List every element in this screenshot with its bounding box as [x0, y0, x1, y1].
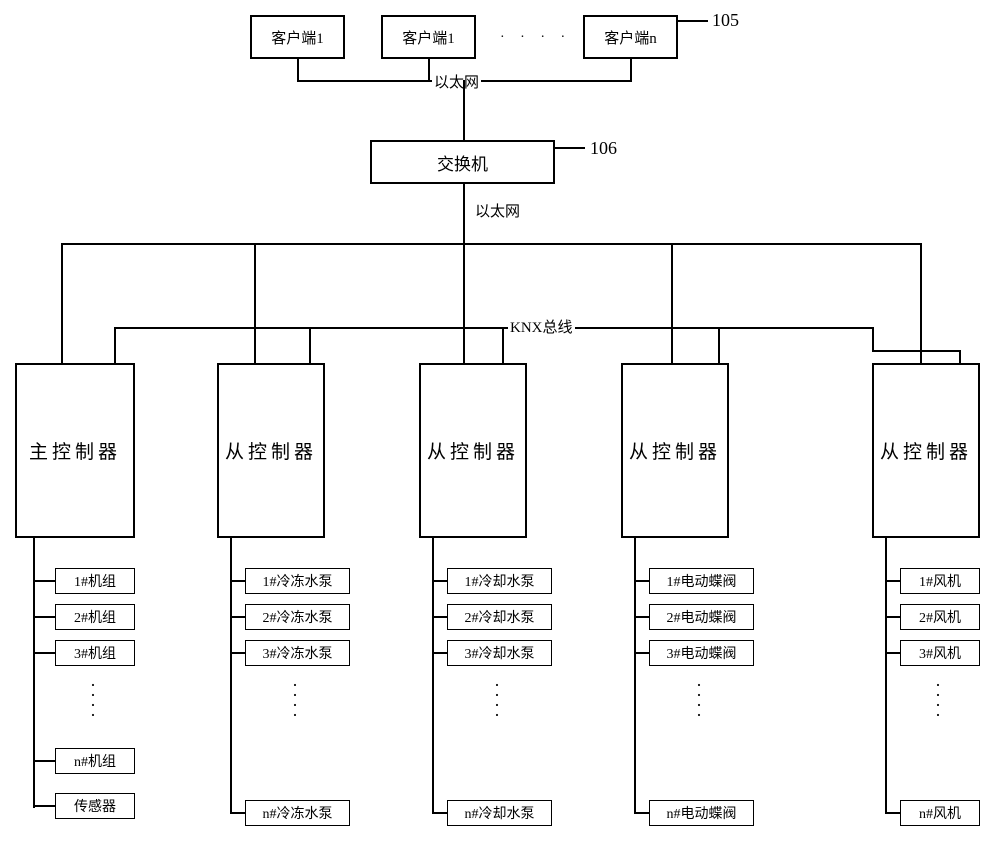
switch-label: 交换机 — [437, 150, 488, 175]
ref-106-line — [555, 147, 585, 149]
ref-105: 105 — [712, 10, 739, 31]
col1-bs — [33, 805, 55, 807]
col2-dn: n#冷冻水泵 — [245, 800, 350, 826]
line-c2-down — [428, 59, 430, 81]
col2-d2: 2#冷冻水泵 — [245, 604, 350, 630]
col4-d3: 3#电动蝶阀 — [649, 640, 754, 666]
col3-b1 — [432, 580, 447, 582]
knx-c5-v2 — [959, 350, 961, 363]
client-dots: · · · · — [500, 30, 571, 46]
col4-d2: 2#电动蝶阀 — [649, 604, 754, 630]
ref-105-line — [678, 20, 708, 22]
col1-dots: ···· — [90, 680, 96, 720]
slave-controller-2-label: 从控制器 — [427, 437, 519, 464]
client-2-box: 客户端1 — [381, 15, 476, 59]
col1-dn: n#机组 — [55, 748, 135, 774]
col3-dots: ···· — [494, 680, 500, 720]
slave-controller-3: 从控制器 — [621, 363, 729, 538]
client-n-box: 客户端n — [583, 15, 678, 59]
col3-d2: 2#冷却水泵 — [447, 604, 552, 630]
col4-b1 — [634, 580, 649, 582]
knx-c2-v — [309, 327, 311, 363]
eth-c1-v — [61, 243, 63, 363]
master-controller-label: 主控制器 — [29, 437, 121, 464]
master-controller: 主控制器 — [15, 363, 135, 538]
col4-b3 — [634, 652, 649, 654]
col5-d1: 1#风机 — [900, 568, 980, 594]
col1-d1: 1#机组 — [55, 568, 135, 594]
slave-controller-3-label: 从控制器 — [629, 437, 721, 464]
eth-c5-v — [920, 243, 922, 363]
knx-c3-v — [502, 327, 504, 363]
slave-controller-4-label: 从控制器 — [880, 437, 972, 464]
ref-106: 106 — [590, 138, 617, 159]
col3-b3 — [432, 652, 447, 654]
knx-bus — [114, 327, 874, 329]
col2-bn — [230, 812, 245, 814]
slave-controller-2: 从控制器 — [419, 363, 527, 538]
col3-dn: n#冷却水泵 — [447, 800, 552, 826]
col5-b3 — [885, 652, 900, 654]
ethernet-label-1: 以太网 — [432, 71, 481, 92]
col1-b2 — [33, 616, 55, 618]
knx-label: KNX总线 — [508, 316, 575, 337]
eth-c2-v — [254, 243, 256, 363]
col4-bn — [634, 812, 649, 814]
col5-d2: 2#风机 — [900, 604, 980, 630]
line-switch-down — [463, 184, 465, 244]
slave-controller-1: 从控制器 — [217, 363, 325, 538]
col5-dots: ···· — [935, 680, 941, 720]
col2-b1 — [230, 580, 245, 582]
col5-dn: n#风机 — [900, 800, 980, 826]
col1-b1 — [33, 580, 55, 582]
col3-b2 — [432, 616, 447, 618]
col1-bn — [33, 760, 55, 762]
switch-box: 交换机 — [370, 140, 555, 184]
client-2-label: 客户端1 — [402, 27, 455, 48]
col1-d3: 3#机组 — [55, 640, 135, 666]
col4-dots: ···· — [696, 680, 702, 720]
col3-d3: 3#冷却水泵 — [447, 640, 552, 666]
col1-b3 — [33, 652, 55, 654]
col1-sensor: 传感器 — [55, 793, 135, 819]
slave-controller-1-label: 从控制器 — [225, 437, 317, 464]
col4-dn: n#电动蝶阀 — [649, 800, 754, 826]
col1-d2: 2#机组 — [55, 604, 135, 630]
col1-trunk — [33, 538, 35, 808]
col5-d3: 3#风机 — [900, 640, 980, 666]
knx-c5-h — [872, 350, 961, 352]
col2-dots: ···· — [292, 680, 298, 720]
col5-bn — [885, 812, 900, 814]
col4-b2 — [634, 616, 649, 618]
client-1-box: 客户端1 — [250, 15, 345, 59]
col2-b2 — [230, 616, 245, 618]
eth-bus — [61, 243, 922, 245]
col3-bn — [432, 812, 447, 814]
client-1-label: 客户端1 — [271, 27, 324, 48]
col4-d1: 1#电动蝶阀 — [649, 568, 754, 594]
line-c1-down — [297, 59, 299, 81]
col5-b1 — [885, 580, 900, 582]
client-n-label: 客户端n — [604, 27, 657, 48]
knx-c4-v — [718, 327, 720, 363]
col2-d3: 3#冷冻水泵 — [245, 640, 350, 666]
slave-controller-4: 从控制器 — [872, 363, 980, 538]
knx-c1-v — [114, 327, 116, 363]
col3-d1: 1#冷却水泵 — [447, 568, 552, 594]
col2-d1: 1#冷冻水泵 — [245, 568, 350, 594]
line-bus-switch — [463, 80, 465, 140]
ethernet-label-2: 以太网 — [473, 200, 522, 221]
col2-b3 — [230, 652, 245, 654]
eth-c3-v — [463, 243, 465, 363]
col5-b2 — [885, 616, 900, 618]
eth-c4-v — [671, 243, 673, 363]
line-cn-down — [630, 59, 632, 81]
knx-c5-v — [872, 327, 874, 351]
